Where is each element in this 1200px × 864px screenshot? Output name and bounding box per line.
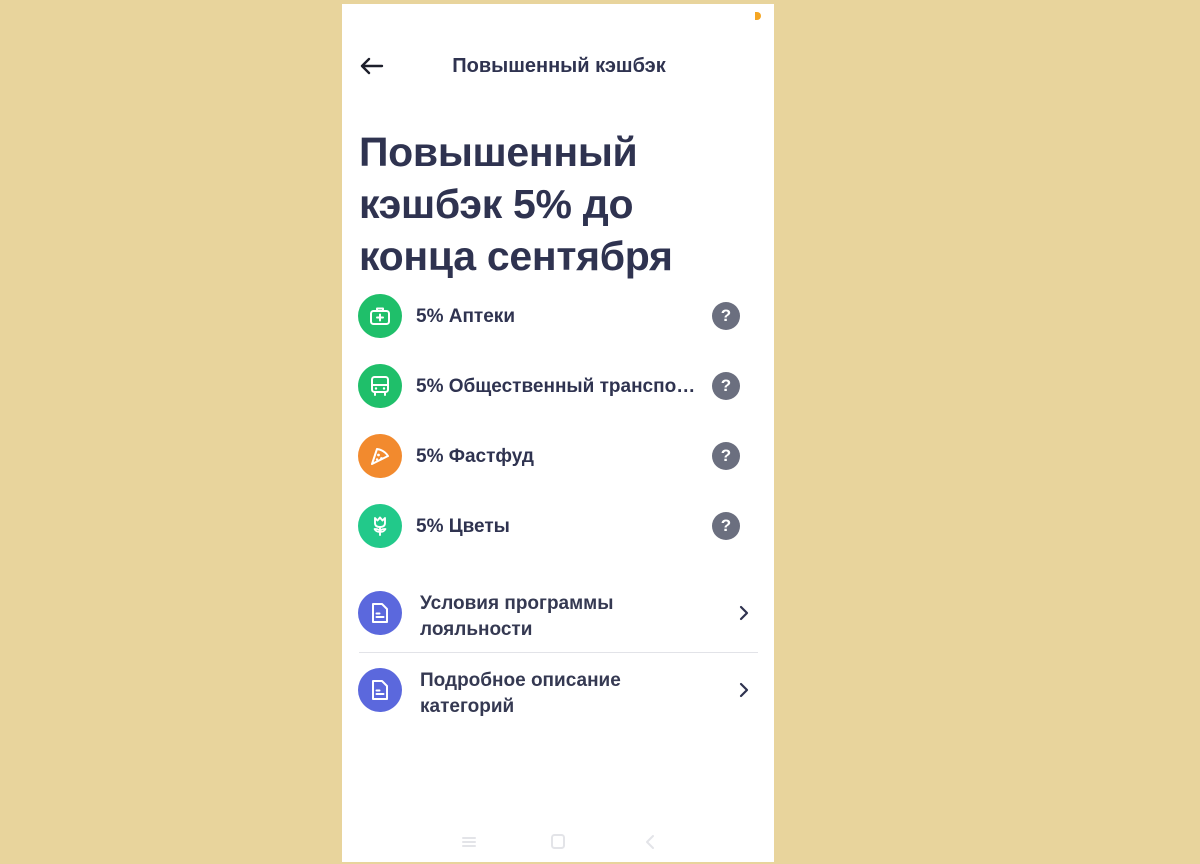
link-label: Подробное описание категорий xyxy=(420,670,621,717)
document-icon xyxy=(372,680,388,700)
category-item-public-transport[interactable]: 5% Общественный транспорт ? xyxy=(342,362,774,410)
divider xyxy=(359,652,758,653)
link-icon-badge xyxy=(358,668,402,712)
menu-icon[interactable] xyxy=(458,832,480,852)
status-indicator xyxy=(755,12,761,20)
pizza-slice-icon xyxy=(371,448,389,465)
flower-icon xyxy=(373,516,387,536)
category-description-link[interactable]: Подробное описание категорий xyxy=(342,657,774,729)
help-icon[interactable]: ? xyxy=(712,302,740,330)
loyalty-terms-link[interactable]: Условия программы лояльности xyxy=(342,580,774,652)
category-icon-badge xyxy=(358,294,402,338)
category-label: 5% Аптеки xyxy=(416,306,515,327)
category-label: 5% Общественный транспорт xyxy=(416,376,696,397)
category-label: 5% Цветы xyxy=(416,516,510,537)
link-icon-badge xyxy=(358,591,402,635)
bus-icon xyxy=(371,376,389,396)
category-item-fastfood[interactable]: 5% Фастфуд ? xyxy=(342,432,774,480)
category-icon-badge xyxy=(358,504,402,548)
category-icon-badge xyxy=(358,434,402,478)
system-nav-bar xyxy=(342,822,774,862)
category-label: 5% Фастфуд xyxy=(416,446,534,467)
back-icon[interactable] xyxy=(639,832,661,852)
help-icon[interactable]: ? xyxy=(712,372,740,400)
help-icon[interactable]: ? xyxy=(712,442,740,470)
home-icon[interactable] xyxy=(547,832,569,852)
category-item-flowers[interactable]: 5% Цветы ? xyxy=(342,502,774,550)
chevron-right-icon xyxy=(739,682,749,698)
first-aid-kit-icon xyxy=(370,307,390,325)
category-icon-badge xyxy=(358,364,402,408)
chevron-right-icon xyxy=(739,605,749,621)
page-title: Повышенный кэшбэк xyxy=(452,55,666,77)
promo-headline: Повышенный кэшбэк 5% до конца сентября xyxy=(359,129,673,279)
help-icon[interactable]: ? xyxy=(712,512,740,540)
document-icon xyxy=(372,603,388,623)
category-item-pharmacy[interactable]: 5% Аптеки ? xyxy=(342,292,774,340)
phone-screen: Повышенный кэшбэк Повышенный кэшбэк 5% д… xyxy=(342,4,774,862)
link-label: Условия программы лояльности xyxy=(420,593,614,640)
